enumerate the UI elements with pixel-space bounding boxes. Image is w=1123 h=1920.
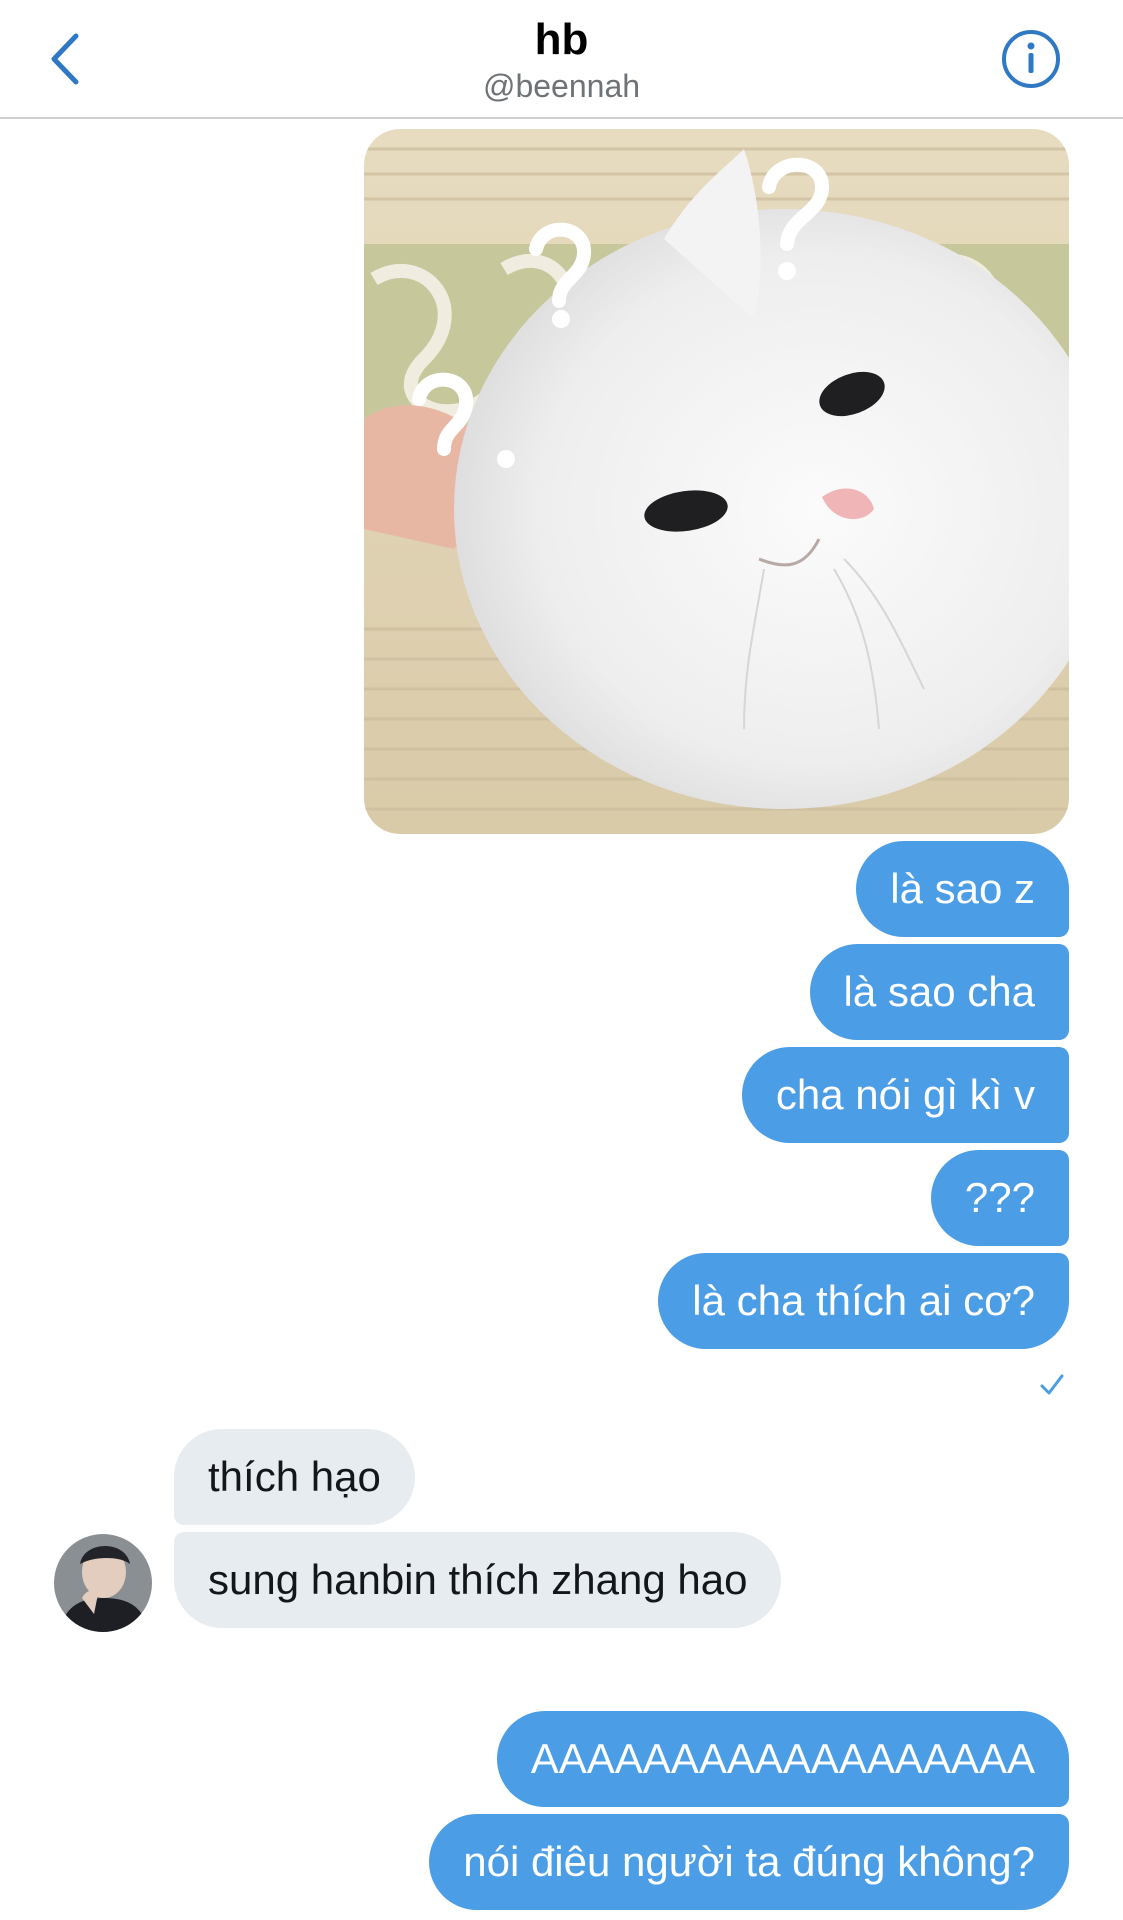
message-incoming[interactable]: thích hạo <box>174 1429 415 1525</box>
info-circle-icon <box>1002 30 1060 88</box>
shared-photo-cat[interactable] <box>364 129 1069 834</box>
contact-avatar-image <box>54 1534 152 1632</box>
message-thread[interactable]: là sao z là sao cha cha nói gì kì v ??? … <box>0 119 1123 1920</box>
conversation-title-block[interactable]: hb @beennah <box>0 14 1123 106</box>
confused-cat-image <box>364 129 1069 834</box>
checkmark-icon <box>1040 1374 1064 1395</box>
message-outgoing[interactable]: ??? <box>930 1150 1069 1246</box>
message-outgoing[interactable]: là sao z <box>856 841 1069 937</box>
avatar[interactable] <box>54 1534 152 1632</box>
message-incoming[interactable]: sung hanbin thích zhang hao <box>174 1532 782 1628</box>
conversation-handle: @beennah <box>482 68 641 104</box>
message-outgoing[interactable]: là cha thích ai cơ? <box>658 1253 1069 1349</box>
message-outgoing[interactable]: cha nói gì kì v <box>741 1047 1069 1143</box>
conversation-header: hb @beennah <box>0 0 1123 119</box>
message-outgoing[interactable]: AAAAAAAAAAAAAAAAAA <box>496 1711 1069 1807</box>
conversation-title: hb <box>534 15 589 64</box>
message-outgoing[interactable]: nói điêu người ta đúng không? <box>429 1814 1069 1910</box>
message-outgoing[interactable]: là sao cha <box>809 944 1069 1040</box>
info-button[interactable] <box>1000 28 1062 90</box>
